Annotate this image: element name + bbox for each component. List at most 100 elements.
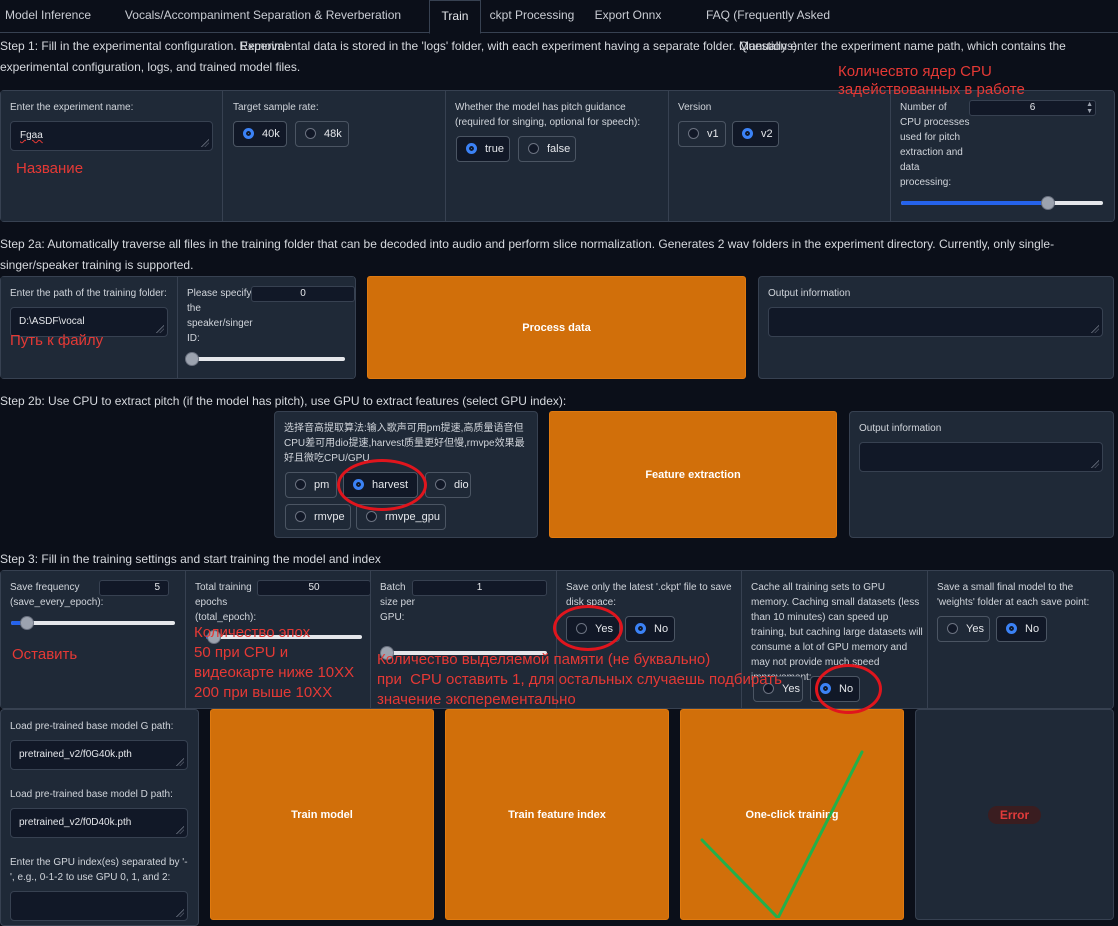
folder-block: Enter the path of the training folder: D… [1,277,178,378]
radio-label: v1 [707,128,719,140]
slider-knob[interactable] [185,352,199,366]
folder-label: Enter the path of the training folder: [10,288,167,299]
exp-name-block: Enter the experiment name: Fgaa [1,91,223,221]
tab-train[interactable]: Train [429,0,481,34]
sr-48k-radio[interactable]: 48k [295,121,349,147]
radio-unchecked-icon [295,511,306,522]
save-freq-block: Save frequency (save_every_epoch): 5 [1,571,186,708]
radio-label: Yes [966,623,984,635]
tab-faq[interactable]: FAQ (Frequently Asked Questions) [677,0,859,53]
radio-label: rmvpe [314,511,345,523]
resize-handle-icon[interactable] [176,826,184,834]
radio-label: 40k [262,128,280,140]
resize-handle-icon[interactable] [1091,460,1099,468]
small-model-label: Save a small final model to the 'weights… [937,582,1090,608]
sample-rate-label: Target sample rate: [233,102,319,113]
stepper-icon[interactable]: ▲ ▼ [1086,101,1093,115]
batch-value: 1 [476,582,483,593]
save-freq-value: 5 [154,582,160,593]
method-pm-radio[interactable]: pm [285,472,337,498]
radio-unchecked-icon [688,128,699,139]
sr-40k-radio[interactable]: 40k [233,121,287,147]
batch-input[interactable]: 1 [412,580,547,596]
resize-handle-icon[interactable] [1091,325,1099,333]
annotation-cpu-cores: Количесвто ядер CPU задействованных в ра… [838,63,1025,98]
d-path-input[interactable]: pretrained_v2/f0D40k.pth [10,808,188,838]
checkmark-icon [700,750,864,918]
output-textbox[interactable] [859,442,1103,472]
exp-name-value: Fgaa [20,130,43,141]
slider-knob[interactable] [1041,196,1055,210]
highlight-circle [337,459,427,511]
radio-unchecked-icon [435,479,446,490]
radio-label: v2 [761,128,773,140]
small-model-block: Save a small final model to the 'weights… [928,571,1112,708]
radio-label: false [547,143,571,155]
radio-unchecked-icon [366,511,377,522]
step2b-description: Step 2b: Use CPU to extract pitch (if th… [0,394,567,408]
tab-ckpt-processing[interactable]: ckpt Processing [483,0,581,31]
annotation-path: Путь к файлу [10,332,104,349]
small-model-yes-radio[interactable]: Yes [937,616,990,642]
method-rmvpe-radio[interactable]: rmvpe [285,504,351,530]
highlight-circle [815,664,882,714]
epochs-input[interactable]: 50 [257,580,371,596]
resize-handle-icon[interactable] [176,758,184,766]
output-label: Output information [859,423,942,434]
tab-vocal-separation[interactable]: Vocals/Accompaniment Separation & Reverb… [100,0,426,53]
save-latest-no-radio[interactable]: No [625,616,675,642]
highlight-circle [553,605,623,651]
d-path-value: pretrained_v2/f0D40k.pth [19,817,132,828]
annotation-leave: Оставить [12,646,78,663]
radio-checked-icon [243,128,254,139]
gpu-index-label: Enter the GPU index(es) separated by '-'… [10,857,188,883]
pitch-false-radio[interactable]: false [518,136,576,162]
radio-checked-icon [466,143,477,154]
output-textbox[interactable] [768,307,1103,337]
save-freq-input[interactable]: 5 [99,580,169,596]
pretrained-panel: Load pre-trained base model G path: pret… [0,709,199,926]
step2a-panel: Enter the path of the training folder: D… [0,276,356,379]
step3-description: Step 3: Fill in the training settings an… [0,552,381,566]
tab-export-onnx[interactable]: Export Onnx [587,0,669,31]
radio-label: No [1025,623,1040,635]
slider-knob[interactable] [20,616,34,630]
radio-unchecked-icon [305,128,316,139]
speaker-number-input[interactable]: 0 [251,286,355,302]
folder-value: D:\ASDF\vocal [19,316,85,327]
method-dio-radio[interactable]: dio [425,472,471,498]
cpu-label: Number of CPU processes used for pitch e… [900,102,970,188]
annotation-epochs: Количество эпох 50 при CPU и видеокарте … [194,624,355,701]
train-model-button[interactable]: Train model [210,709,434,920]
version-v1-radio[interactable]: v1 [678,121,726,147]
speaker-value: 0 [300,288,306,299]
pitch-true-radio[interactable]: true [456,136,510,162]
error-badge: Error [987,805,1042,824]
version-v2-radio[interactable]: v2 [732,121,779,147]
output-label: Output information [768,288,851,299]
version-block: Version v1 v2 [669,91,891,221]
speaker-slider[interactable] [185,352,345,366]
g-path-input[interactable]: pretrained_v2/f0G40k.pth [10,740,188,770]
cpu-number-input[interactable]: 6 ▲ ▼ [969,100,1096,116]
version-label: Version [678,102,712,113]
radio-checked-icon [1006,623,1017,634]
feature-extraction-button[interactable]: Feature extraction [549,411,837,538]
cpu-slider[interactable] [901,196,1103,210]
resize-handle-icon[interactable] [176,909,184,917]
resize-handle-icon[interactable] [201,139,209,147]
tab-model-inference[interactable]: Model Inference [0,0,96,31]
train-index-button[interactable]: Train feature index [445,709,669,920]
save-freq-slider[interactable] [11,616,175,630]
resize-handle-icon[interactable] [156,325,164,333]
radio-label: rmvpe_gpu [385,511,441,523]
small-model-no-radio[interactable]: No [996,616,1047,642]
radio-unchecked-icon [528,143,539,154]
radio-label: 48k [324,128,342,140]
pitch-label: Whether the model has pitch guidance (re… [455,102,641,128]
exp-name-input[interactable]: Fgaa [10,121,213,151]
annotation-memory: Количество выделяемой памяти (не букваль… [377,651,782,708]
epochs-value: 50 [308,582,320,593]
process-data-button[interactable]: Process data [367,276,746,379]
gpu-index-input[interactable] [10,891,188,921]
